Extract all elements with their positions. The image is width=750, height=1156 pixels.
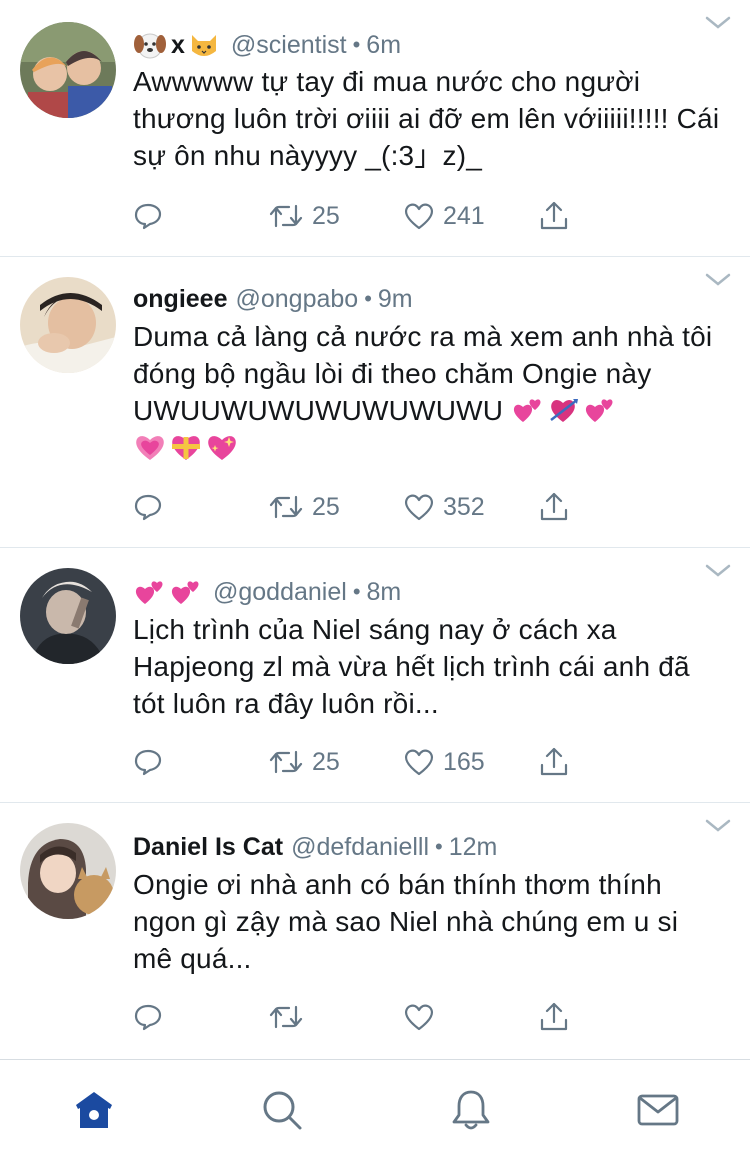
retweet-icon <box>269 204 303 228</box>
reply-button[interactable] <box>133 742 163 782</box>
separator-dot: • <box>352 32 361 57</box>
two-hearts-icon <box>171 581 199 604</box>
heart-with-ribbon-icon <box>172 436 200 460</box>
retweet-icon <box>269 495 303 519</box>
tweet[interactable]: x @scientist • 6m Awwwww tự tay đi mua n… <box>0 0 750 257</box>
display-name[interactable]: x <box>133 29 223 61</box>
heart-icon <box>405 749 433 776</box>
like-button[interactable] <box>403 997 435 1037</box>
separator-dot: • <box>364 286 372 311</box>
tab-messages[interactable] <box>636 1088 680 1132</box>
tweet[interactable]: ongieee @ongpabo • 9m Duma cả làng cả nư… <box>0 257 750 548</box>
retweet-icon <box>269 750 303 774</box>
like-button[interactable]: 165 <box>403 742 485 782</box>
display-name[interactable]: ongieee <box>133 285 227 314</box>
like-button[interactable]: 352 <box>403 487 485 527</box>
share-icon <box>540 1002 568 1031</box>
messages-icon <box>637 1094 679 1126</box>
avatar[interactable] <box>20 568 116 664</box>
tweet-actions: 25 352 <box>133 487 603 527</box>
tweet-actions <box>133 997 603 1037</box>
retweet-icon <box>269 1005 303 1029</box>
cat-face-icon <box>191 35 216 56</box>
like-count: 352 <box>443 492 485 521</box>
share-icon <box>540 201 568 230</box>
growing-heart-icon <box>136 436 164 460</box>
like-count: 241 <box>443 201 485 230</box>
search-icon <box>263 1091 302 1130</box>
bottom-tab-bar <box>0 1059 750 1156</box>
chevron-down-icon[interactable] <box>704 14 732 32</box>
tweet-text: Awwwww tự tay đi mua nước cho người thươ… <box>133 66 720 171</box>
tab-home[interactable] <box>72 1088 116 1132</box>
share-icon <box>540 492 568 521</box>
notifications-icon <box>452 1090 490 1130</box>
heart-icon <box>405 203 433 230</box>
like-count: 165 <box>443 747 485 776</box>
reply-button[interactable] <box>133 487 163 527</box>
dog-face-icon <box>134 33 166 59</box>
reply-icon <box>134 494 162 521</box>
tweet-actions: 25 241 <box>133 196 603 236</box>
timestamp[interactable]: 8m <box>367 578 402 607</box>
user-handle[interactable]: @goddaniel <box>213 578 347 607</box>
retweet-button[interactable]: 25 <box>268 742 340 782</box>
display-name[interactable]: Daniel Is Cat <box>133 833 283 862</box>
home-icon <box>76 1092 112 1128</box>
tweet-text: Duma cả làng cả nước ra mà xem anh nhà t… <box>133 321 713 426</box>
separator-dot: • <box>435 834 443 859</box>
avatar[interactable] <box>20 277 116 373</box>
retweet-count: 25 <box>312 492 340 521</box>
tweet-header: ongieee @ongpabo • 9m <box>133 279 413 319</box>
user-handle[interactable]: @scientist <box>231 31 347 60</box>
tweet-header: x @scientist • 6m <box>133 25 401 65</box>
tweet-actions: 25 165 <box>133 742 603 782</box>
tweet[interactable]: @goddaniel • 8m Lịch trình của Niel sáng… <box>0 548 750 803</box>
retweet-button[interactable]: 25 <box>268 487 340 527</box>
two-hearts-icon <box>586 399 613 422</box>
heart-icon <box>405 494 433 521</box>
retweet-button[interactable]: 25 <box>268 196 340 236</box>
share-button[interactable] <box>538 487 570 527</box>
reply-button[interactable] <box>133 196 163 236</box>
tweet-text: Ongie ơi nhà anh có bán thính thơm thính… <box>133 869 679 974</box>
two-hearts-icon <box>135 581 163 604</box>
reply-button[interactable] <box>133 997 163 1037</box>
tweet[interactable]: Daniel Is Cat @defdanielll • 12m Ongie ơ… <box>0 803 750 1059</box>
timestamp[interactable]: 12m <box>449 833 498 862</box>
sparkling-heart-icon <box>208 436 236 460</box>
two-hearts-icon <box>514 399 541 422</box>
user-handle[interactable]: @defdanielll <box>291 833 429 862</box>
tweet-header: @goddaniel • 8m <box>133 572 401 612</box>
tab-search[interactable] <box>260 1088 304 1132</box>
tweet-text-container: Duma cả làng cả nước ra mà xem anh nhà t… <box>133 318 723 466</box>
timestamp[interactable]: 6m <box>366 31 401 60</box>
display-name[interactable] <box>133 576 205 608</box>
tweet-text: Lịch trình của Niel sáng nay ở cách xa H… <box>133 614 690 719</box>
like-button[interactable]: 241 <box>403 196 485 236</box>
avatar[interactable] <box>20 22 116 118</box>
reply-icon <box>134 749 162 776</box>
heart-icon <box>405 1004 433 1031</box>
tab-notifications[interactable] <box>449 1088 493 1132</box>
retweet-button[interactable] <box>268 997 304 1037</box>
chevron-down-icon[interactable] <box>704 817 732 835</box>
share-button[interactable] <box>538 742 570 782</box>
chevron-down-icon[interactable] <box>704 562 732 580</box>
share-button[interactable] <box>538 196 570 236</box>
share-icon <box>540 747 568 776</box>
reply-icon <box>134 1004 162 1031</box>
reply-icon <box>134 203 162 230</box>
share-button[interactable] <box>538 997 570 1037</box>
user-handle[interactable]: @ongpabo <box>235 285 358 314</box>
retweet-count: 25 <box>312 201 340 230</box>
heart-with-arrow-icon <box>550 399 579 422</box>
separator-dot: • <box>352 579 361 604</box>
tweet-header: Daniel Is Cat @defdanielll • 12m <box>133 827 497 867</box>
timestamp[interactable]: 9m <box>378 285 413 314</box>
chevron-down-icon[interactable] <box>704 271 732 289</box>
avatar[interactable] <box>20 823 116 919</box>
retweet-count: 25 <box>312 747 340 776</box>
